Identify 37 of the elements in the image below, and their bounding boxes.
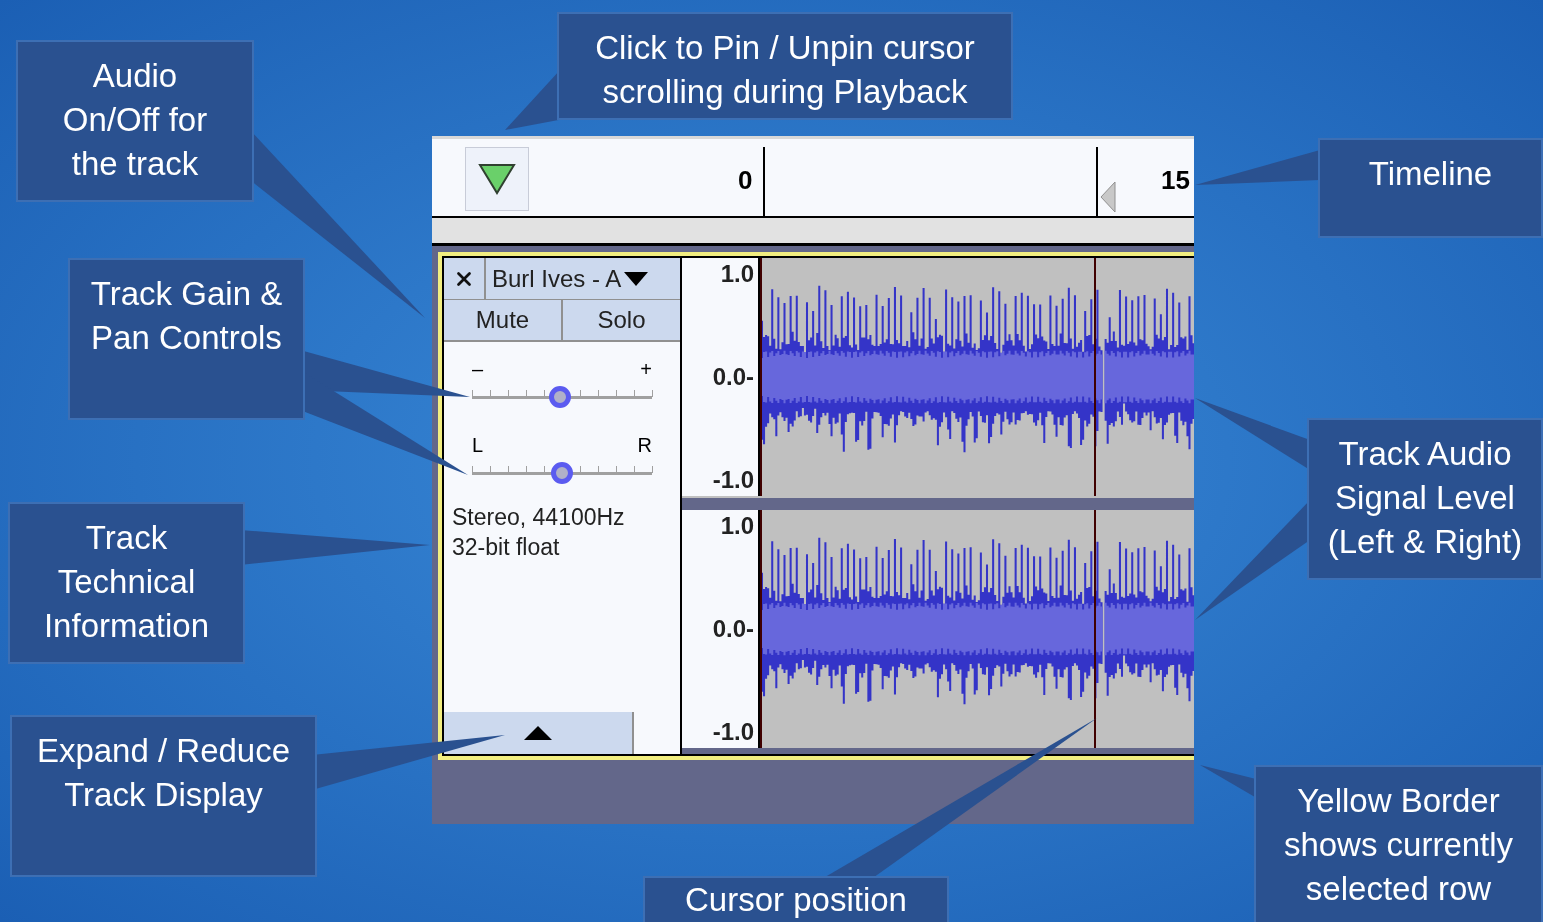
track-toggle-button[interactable]: Solo: [563, 300, 680, 340]
callout-text: Track Gain & Pan Controls: [90, 274, 283, 358]
callout-text: Expand / Reduce Track Display: [36, 731, 291, 815]
callout-text: Track Audio Signal Level (Left & Right): [1327, 434, 1523, 562]
slider-min-label: L: [472, 433, 484, 458]
callout-text: Yellow Border shows currently selected row: [1283, 781, 1514, 909]
callout-text: Audio On/Off for the track: [62, 56, 208, 184]
track-info-text: Stereo, 44100Hz 32-bit float: [451, 503, 626, 562]
timeline-ruler[interactable]: 0 15: [432, 136, 1194, 218]
scale-label: 1.0: [720, 260, 754, 288]
triangle-icon: [478, 163, 516, 195]
callout-text: Cursor position: [685, 880, 907, 920]
callout-text: Timeline: [1368, 154, 1493, 194]
collapse-button[interactable]: [444, 712, 634, 754]
slider-track[interactable]: [472, 386, 652, 408]
caret-icon: [623, 270, 650, 287]
track-toggle-button[interactable]: Mute: [444, 300, 563, 340]
callout-text: Click to Pin / Unpin cursor scrolling during Playback: [595, 28, 975, 112]
slider-track[interactable]: [472, 462, 652, 484]
slider-thumb[interactable]: [551, 462, 573, 484]
triangle-up-icon: [524, 726, 552, 740]
timeline-label: 0: [738, 164, 753, 197]
timeline-label: 15: [1161, 164, 1190, 197]
slider-max-label: +: [640, 357, 652, 382]
pin-button[interactable]: [465, 147, 529, 211]
scale-label: -1.0: [712, 718, 754, 746]
slider-min-label: –: [472, 357, 484, 382]
scale-label: 0.0-: [712, 363, 754, 391]
slider-max-label: R: [637, 433, 652, 458]
slider-thumb[interactable]: [549, 386, 572, 408]
scale-label: 0.0-: [712, 615, 754, 643]
scale-label: -1.0: [712, 466, 754, 494]
track-name-dropdown[interactable]: Burl Ives - A: [486, 258, 680, 299]
play-head-icon: [1100, 181, 1116, 213]
close-button[interactable]: [444, 258, 486, 299]
scale-label: 1.0: [720, 512, 754, 540]
callout-text: Track Technical Information: [43, 518, 210, 646]
